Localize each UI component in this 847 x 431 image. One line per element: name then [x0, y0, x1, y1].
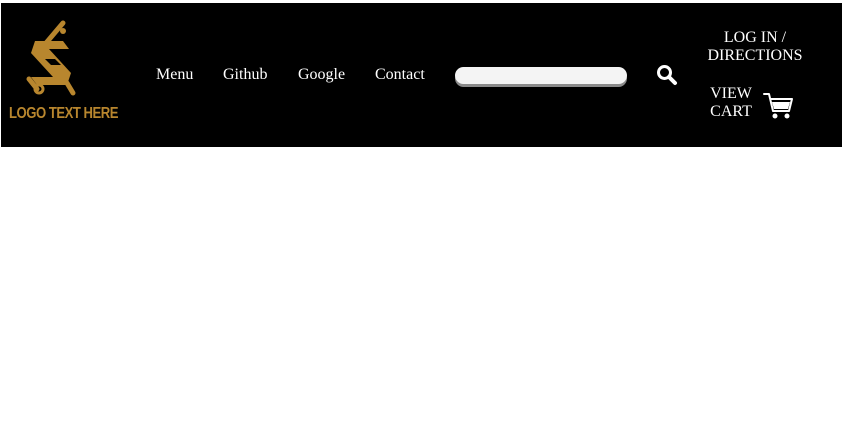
search-icon — [657, 65, 677, 85]
site-header: LOGO TEXT HERE Menu Github Google Contac… — [1, 3, 842, 147]
cart-button[interactable] — [762, 91, 794, 121]
nav-link-contact[interactable]: Contact — [375, 66, 425, 84]
nav-link-github[interactable]: Github — [223, 66, 267, 84]
login-directions-link[interactable]: LOG IN / DIRECTIONS — [701, 29, 809, 65]
search-input[interactable] — [455, 67, 627, 84]
view-label: VIEW — [710, 85, 752, 102]
letter-s-logo-icon — [26, 20, 76, 96]
cart-label: CART — [710, 103, 752, 120]
logo-text: LOGO TEXT HERE — [9, 105, 119, 122]
view-cart-link[interactable]: VIEW CART — [701, 85, 761, 121]
search-button[interactable] — [655, 63, 679, 87]
nav-link-google[interactable]: Google — [298, 66, 345, 84]
directions-label: DIRECTIONS — [707, 47, 803, 64]
nav-link-menu[interactable]: Menu — [156, 66, 193, 84]
login-label: LOG IN / — [723, 29, 787, 46]
shopping-cart-icon — [763, 93, 793, 119]
logo[interactable]: LOGO TEXT HERE — [9, 19, 119, 129]
